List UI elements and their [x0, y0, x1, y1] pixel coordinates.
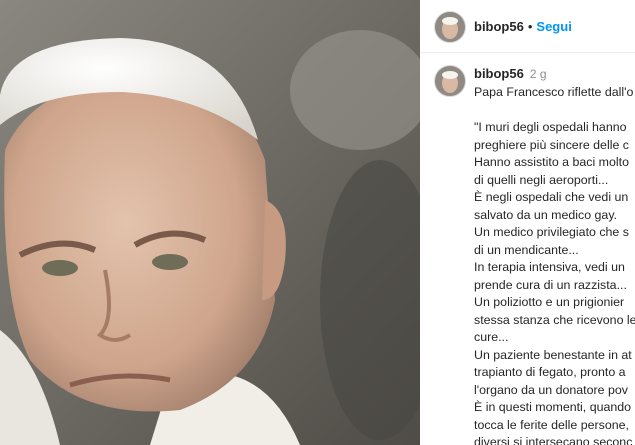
caption-avatar[interactable] — [434, 65, 466, 97]
portrait-photo-graphic — [0, 0, 420, 445]
caption-line: salvato da un medico gay. — [474, 207, 618, 222]
caption-text: Papa Francesco riflette dall'o "I muri d… — [474, 84, 635, 445]
avatar[interactable] — [434, 11, 466, 43]
caption-line: cure... — [474, 330, 509, 344]
profile-photo-icon — [435, 12, 465, 42]
caption-line: prende cura di un razzista... — [474, 277, 627, 292]
header-username[interactable]: bibop56 — [474, 19, 524, 34]
caption-line: diversi si intersecano seconc — [474, 435, 633, 445]
caption-line: È in questi momenti, quando — [474, 400, 632, 414]
post-sidebar: bibop56 • Segui bibop56 2 g Papa Francesco … — [420, 0, 635, 445]
caption-line: stessa stanza che ricevono le — [474, 312, 635, 327]
post-time[interactable]: 2 g — [530, 67, 547, 81]
caption-line: Hanno assistito a baci molto — [474, 155, 629, 169]
post-header: bibop56 • Segui — [420, 0, 635, 53]
caption-line: Un paziente benestante in at — [474, 347, 632, 362]
caption-line: "I muri degli ospedali hanno — [474, 120, 627, 134]
caption-line: Un medico privilegiato che s — [474, 225, 629, 239]
caption-line: In terapia intensiva, vedi un — [474, 260, 625, 274]
separator-dot: • — [527, 19, 533, 34]
caption-line: preghiere più sincere delle c — [474, 137, 629, 152]
caption-line: di quelli negli aeroporti... — [474, 172, 609, 187]
caption-username[interactable]: bibop56 — [474, 66, 524, 81]
caption-line: tocca le ferite delle persone, — [474, 417, 629, 432]
caption-line — [474, 102, 635, 120]
caption-line: di un mendicante... — [474, 242, 579, 257]
follow-button[interactable]: Segui — [536, 19, 571, 34]
caption-line: Papa Francesco riflette dall'o — [474, 85, 634, 99]
caption-line: trapianto di fegato, pronto a — [474, 365, 626, 379]
caption-line: È negli ospedali che vedi un — [474, 190, 629, 204]
caption-header: bibop56 2 g — [474, 66, 547, 81]
caption-line: l'organo da un donatore pov — [474, 382, 628, 397]
caption-line: Un poliziotto e un prigionier — [474, 295, 625, 309]
profile-photo-icon — [435, 66, 465, 96]
post-photo[interactable] — [0, 0, 420, 445]
